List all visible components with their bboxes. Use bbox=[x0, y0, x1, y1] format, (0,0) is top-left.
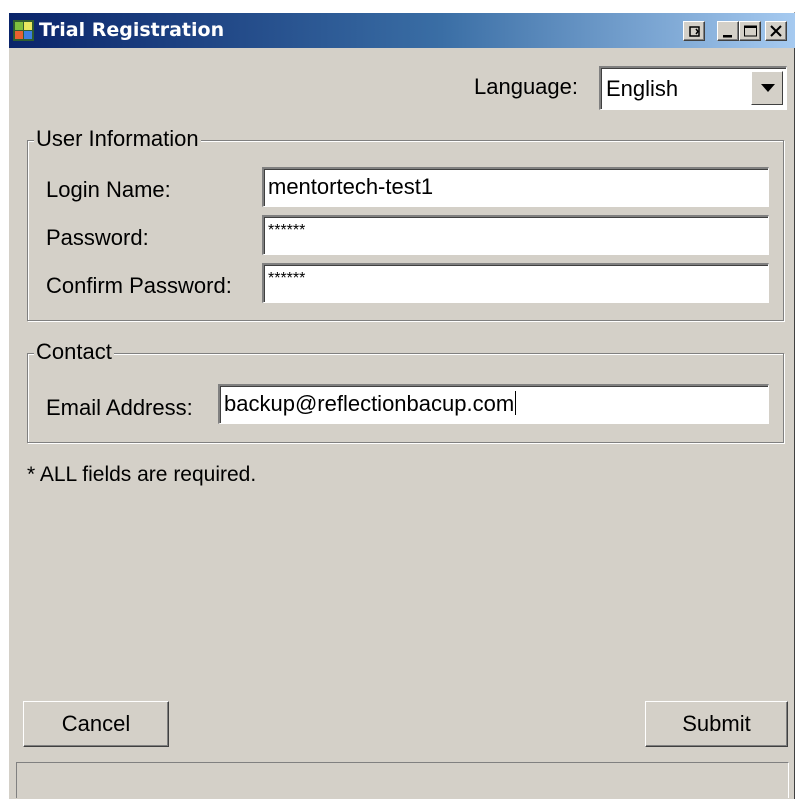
registration-window: Trial Registration Language: English Use… bbox=[8, 12, 795, 799]
user-information-title: User Information bbox=[34, 126, 201, 152]
email-address-value: backup@reflectionbacup.com bbox=[224, 391, 515, 416]
java-app-icon bbox=[13, 20, 34, 41]
submit-button[interactable]: Submit bbox=[645, 701, 788, 747]
restore-icon bbox=[689, 26, 700, 37]
minimize-icon bbox=[723, 35, 732, 38]
email-address-input[interactable]: backup@reflectionbacup.com bbox=[218, 384, 769, 424]
chevron-down-icon bbox=[761, 84, 775, 92]
language-label: Language: bbox=[474, 74, 578, 99]
login-name-label: Login Name: bbox=[46, 177, 171, 202]
login-name-input[interactable]: mentortech-test1 bbox=[262, 167, 769, 207]
maximize-button[interactable] bbox=[739, 21, 761, 41]
contact-title: Contact bbox=[34, 339, 114, 365]
language-dropdown[interactable]: English bbox=[599, 66, 787, 110]
email-address-label: Email Address: bbox=[46, 395, 193, 420]
password-label: Password: bbox=[46, 225, 149, 250]
user-information-group: User Information Login Name: mentortech-… bbox=[27, 126, 784, 321]
required-fields-note: * ALL fields are required. bbox=[27, 463, 257, 486]
dropdown-arrow-button[interactable] bbox=[751, 71, 783, 105]
minimize-button[interactable] bbox=[717, 21, 739, 41]
status-bar bbox=[16, 762, 789, 798]
maximize-icon bbox=[744, 25, 757, 37]
cancel-button[interactable]: Cancel bbox=[23, 701, 169, 747]
confirm-password-label: Confirm Password: bbox=[46, 273, 232, 298]
close-button[interactable] bbox=[765, 21, 787, 41]
window-title: Trial Registration bbox=[39, 19, 225, 41]
confirm-password-input[interactable]: ****** bbox=[262, 263, 769, 303]
password-input[interactable]: ****** bbox=[262, 215, 769, 255]
text-caret bbox=[515, 391, 517, 415]
title-bar[interactable]: Trial Registration bbox=[9, 13, 795, 48]
close-icon bbox=[770, 25, 782, 37]
language-selected-value: English bbox=[606, 76, 679, 101]
restore-button[interactable] bbox=[683, 21, 705, 41]
contact-group: Contact Email Address: backup@reflection… bbox=[27, 339, 784, 443]
